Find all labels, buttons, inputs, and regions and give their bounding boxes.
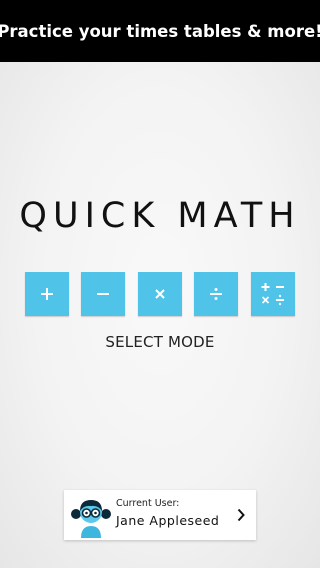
promo-banner-text: Practice your times tables & more! (0, 21, 320, 41)
current-user-label: Current User: (116, 498, 180, 509)
app-title: QUICK MATH (19, 196, 301, 236)
divide-icon (210, 288, 222, 300)
promo-banner: Practice your times tables & more! (0, 0, 320, 62)
current-user-button[interactable]: Current User: Jane Appleseed (64, 490, 256, 540)
addition-mode-button[interactable] (25, 272, 69, 316)
mixed-mode-button[interactable] (251, 272, 295, 316)
division-mode-button[interactable] (194, 272, 238, 316)
multiplication-mode-button[interactable] (138, 272, 182, 316)
app-screen: QUICK MATH SELECT MODE Current User: Jan… (0, 62, 320, 568)
avatar (71, 500, 111, 538)
select-mode-label: SELECT MODE (105, 333, 215, 351)
mode-selector (25, 272, 295, 316)
minus-icon (97, 293, 109, 295)
current-user-name: Jane Appleseed (116, 513, 220, 528)
multiply-icon (155, 289, 165, 299)
subtraction-mode-button[interactable] (81, 272, 125, 316)
plus-icon (41, 288, 53, 300)
mixed-operations-icon (261, 283, 284, 306)
chevron-right-icon (237, 508, 245, 522)
